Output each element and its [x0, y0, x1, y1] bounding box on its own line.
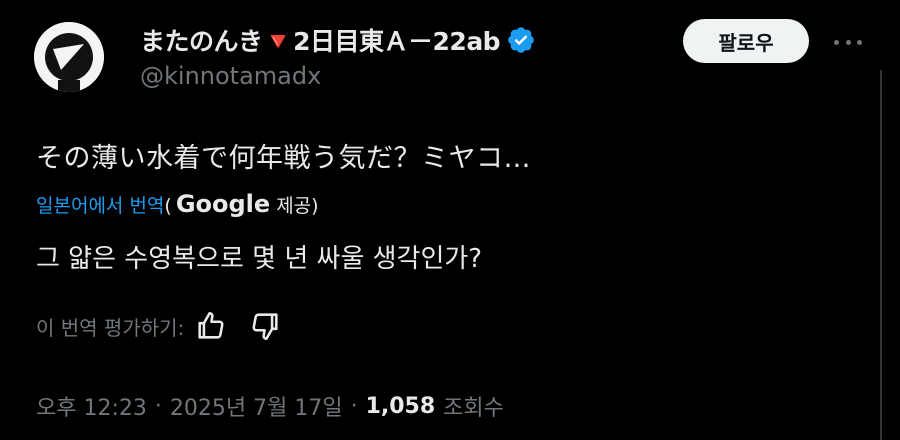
- triangle-logo-avatar: [34, 22, 104, 92]
- meta-separator: ·: [154, 393, 162, 419]
- thumbs-down-icon[interactable]: [248, 309, 282, 343]
- thumbs-up-icon[interactable]: [194, 309, 228, 343]
- paren-open: (: [164, 195, 172, 217]
- avatar[interactable]: [34, 22, 104, 92]
- follow-button[interactable]: 팔로우: [683, 19, 809, 63]
- more-dot: [834, 39, 839, 45]
- rating-label: 이 번역 평가하기:: [36, 315, 185, 340]
- more-options-icon[interactable]: [830, 30, 866, 54]
- author-display-name[interactable]: またのんき🔻2日目東Ａ－22ab: [140, 22, 501, 58]
- more-dot: [857, 39, 862, 45]
- google-logo: Google: [175, 190, 271, 218]
- scrollbar[interactable]: [880, 70, 882, 440]
- tweet-time[interactable]: 오후 12:23: [36, 390, 147, 422]
- views-label: 조회수: [443, 396, 504, 421]
- tweet-text: その薄い水着で何年戦う気だ？ミヤコ…: [36, 143, 531, 174]
- meta-separator: ·: [350, 393, 358, 419]
- more-dot: [845, 39, 851, 45]
- provider-suffix: 제공): [276, 195, 319, 217]
- translation-rating: 이 번역 평가하기:: [36, 308, 282, 344]
- author-handle[interactable]: @kinnotamadx: [140, 62, 321, 90]
- views-count: 1,058: [365, 393, 436, 419]
- translation-attribution: 일본어에서 번역 ( Google 제공): [36, 190, 319, 218]
- tweet-meta: 오후 12:23 · 2025년 7월 17일 · 1,058 조회수: [36, 388, 504, 424]
- verified-badge-icon[interactable]: [506, 25, 536, 55]
- translate-link[interactable]: 일본어에서 번역: [36, 191, 164, 218]
- tweet-date[interactable]: 2025년 7월 17일: [170, 390, 343, 422]
- translated-text: 그 얇은 수영복으로 몇 년 싸울 생각인가?: [36, 244, 483, 274]
- author-name-row: またのんき🔻2日目東Ａ－22ab: [140, 22, 536, 58]
